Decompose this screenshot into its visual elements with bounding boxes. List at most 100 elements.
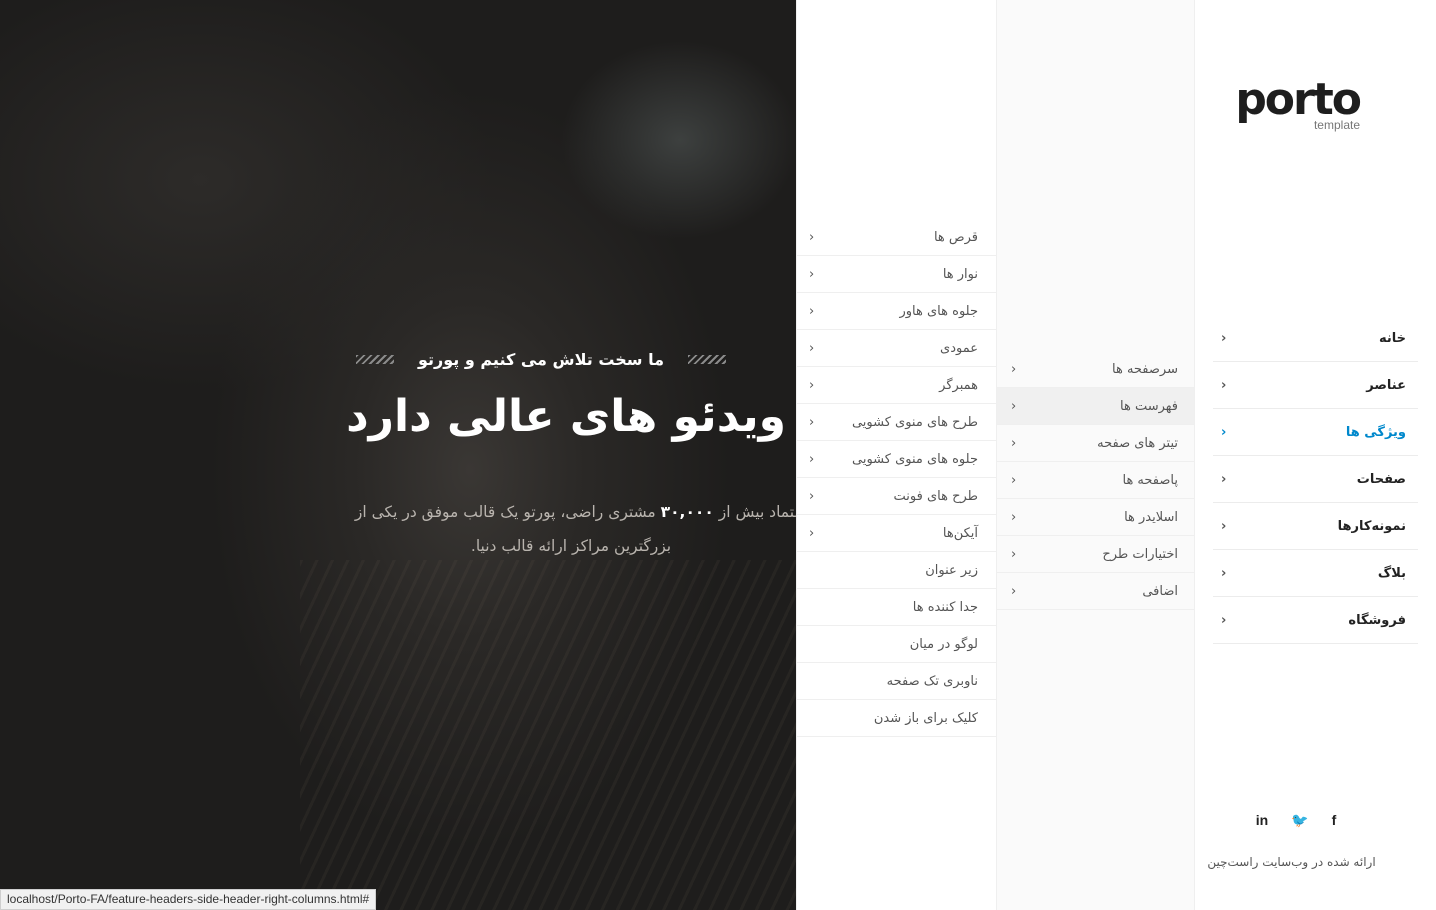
hero-content: ما سخت تلاش می کنیم و پورتو ویدئو های عا… <box>266 350 786 442</box>
menus-submenu-label: عمودی <box>940 340 978 356</box>
features-submenu-label: فهرست ها <box>1120 398 1178 414</box>
main-nav-label: بلاگ <box>1377 565 1406 581</box>
social-links: in 🐦 f <box>1255 812 1341 829</box>
hero-description-line1: اعتماد بیش از ۳۰,۰۰۰ مشتری راضی، پورتو ی… <box>316 495 796 529</box>
decorative-stripe <box>356 355 394 364</box>
submenu-column-features: سرصفحه ها ‹ فهرست ها ‹ تیتر های صفحه ‹ پاصفحه … <box>996 0 1195 910</box>
hero-description-line2: بزرگترین مراکز ارائه قالب دنیا. <box>470 537 672 555</box>
features-submenu-item[interactable]: فهرست ها ‹ <box>997 388 1194 425</box>
features-submenu-label: پاصفحه ها <box>1122 472 1178 488</box>
menus-submenu-label: همبرگر <box>939 377 978 393</box>
chevron-left-icon: ‹ <box>1011 361 1017 377</box>
menus-submenu-label: طرح های منوی کشویی <box>851 414 978 430</box>
menus-submenu-label: ناوبری تک صفحه <box>886 673 978 689</box>
footer-credit: ارائه شده در وب‌سایت راست‌چین <box>1207 855 1376 869</box>
menus-submenu-label: کلیک برای باز شدن <box>873 710 978 726</box>
chevron-left-icon: ‹ <box>1221 565 1227 581</box>
menus-submenu-item[interactable]: جلوه های منوی کشویی ‹ <box>797 441 996 478</box>
chevron-left-icon: ‹ <box>809 229 815 245</box>
chevron-left-icon: ‹ <box>1011 546 1017 562</box>
hero-text-bold: ۳۰,۰۰۰ <box>660 503 714 521</box>
chevron-left-icon: ‹ <box>1011 509 1017 525</box>
features-submenu-item[interactable]: تیتر های صفحه ‹ <box>997 425 1194 462</box>
menus-submenu-item[interactable]: عمودی ‹ <box>797 330 996 367</box>
facebook-icon[interactable]: f <box>1327 812 1341 829</box>
chevron-left-icon: ‹ <box>809 451 815 467</box>
features-submenu-label: سرصفحه ها <box>1112 361 1178 377</box>
linkedin-icon[interactable]: in <box>1255 812 1269 829</box>
decorative-stripe <box>688 355 727 364</box>
menus-submenu-item[interactable]: ناوبری تک صفحه <box>797 663 996 700</box>
chevron-left-icon: ‹ <box>809 303 815 319</box>
browser-status-url: localhost/Porto-FA/feature-headers-side-… <box>0 889 377 910</box>
main-nav-item[interactable]: نمونه‌کارها ‹ <box>1213 503 1418 550</box>
side-header: porto template خانه ‹ عناصر ‹ ویژگی ها ‹ صفحات… <box>1195 0 1436 910</box>
main-nav-label: نمونه‌کارها <box>1337 518 1406 534</box>
features-submenu-label: اسلایدر ها <box>1124 509 1178 525</box>
main-nav-item[interactable]: فروشگاه ‹ <box>1213 597 1418 644</box>
chevron-left-icon: ‹ <box>1221 518 1227 534</box>
submenu-column-menus: قرص ها ‹ نوار ها ‹ جلوه های هاور ‹ عمودی ‹ همبرگ… <box>796 0 996 910</box>
main-nav-label: ویژگی ها <box>1345 424 1406 440</box>
menus-submenu-label: آیکن‌ها <box>942 525 978 541</box>
main-nav: خانه ‹ عناصر ‹ ویژگی ها ‹ صفحات ‹ نمونه‌کارها ‹ بل… <box>1213 315 1418 644</box>
main-nav-item[interactable]: صفحات ‹ <box>1213 456 1418 503</box>
chevron-left-icon: ‹ <box>1221 377 1227 393</box>
porto-logo[interactable]: porto template <box>1235 74 1362 133</box>
twitter-icon[interactable]: 🐦 <box>1291 812 1308 829</box>
features-submenu-item[interactable]: اختیارات طرح ‹ <box>997 536 1194 573</box>
chevron-left-icon: ‹ <box>1221 612 1227 628</box>
menus-submenu-item[interactable]: طرح های فونت ‹ <box>797 478 996 515</box>
menus-submenu-item[interactable]: طرح های منوی کشویی ‹ <box>797 404 996 441</box>
features-submenu-item[interactable]: اضافی ‹ <box>997 573 1194 610</box>
menus-submenu-item[interactable]: لوگو در میان <box>797 626 996 663</box>
menus-submenu-item[interactable]: کلیک برای باز شدن <box>797 700 996 737</box>
main-nav-label: عناصر <box>1366 377 1406 393</box>
chevron-left-icon: ‹ <box>1221 424 1227 440</box>
menus-submenu-label: قرص ها <box>933 229 978 245</box>
chevron-left-icon: ‹ <box>1221 471 1227 487</box>
hero-text-pre: اعتماد بیش از <box>718 503 796 521</box>
chevron-left-icon: ‹ <box>809 525 815 541</box>
menus-submenu-item[interactable]: نوار ها ‹ <box>797 256 996 293</box>
main-nav-item[interactable]: عناصر ‹ <box>1213 362 1418 409</box>
menus-submenu-label: نوار ها <box>942 266 978 282</box>
chevron-left-icon: ‹ <box>809 266 815 282</box>
chevron-left-icon: ‹ <box>1011 583 1017 599</box>
chevron-left-icon: ‹ <box>809 488 815 504</box>
main-nav-label: خانه <box>1378 330 1406 346</box>
main-nav-item[interactable]: بلاگ ‹ <box>1213 550 1418 597</box>
chevron-left-icon: ‹ <box>1011 472 1017 488</box>
features-submenu-label: اختیارات طرح <box>1102 546 1178 562</box>
main-nav-label: صفحات <box>1356 471 1406 487</box>
menus-submenu-label: زیر عنوان <box>925 562 978 578</box>
features-submenu-item[interactable]: سرصفحه ها ‹ <box>997 351 1194 388</box>
menus-submenu-item[interactable]: جدا کننده ها <box>797 589 996 626</box>
menus-submenu-item[interactable]: جلوه های هاور ‹ <box>797 293 996 330</box>
chevron-left-icon: ‹ <box>809 414 815 430</box>
logo-word: porto <box>1235 74 1362 125</box>
main-nav-item[interactable]: ویژگی ها ‹ <box>1213 409 1418 456</box>
hero-tagline: ما سخت تلاش می کنیم و پورتو <box>418 350 665 369</box>
menus-submenu-label: طرح های فونت <box>893 488 978 504</box>
menus-submenu-item[interactable]: آیکن‌ها ‹ <box>797 515 996 552</box>
menus-submenu-label: جلوه های هاور <box>899 303 979 319</box>
features-submenu-label: تیتر های صفحه <box>1097 435 1178 451</box>
chevron-left-icon: ‹ <box>1221 330 1227 346</box>
menus-submenu-label: جدا کننده ها <box>912 599 978 615</box>
menus-submenu-label: لوگو در میان <box>909 636 978 652</box>
chevron-left-icon: ‹ <box>1011 435 1017 451</box>
features-submenu-item[interactable]: اسلایدر ها ‹ <box>997 499 1194 536</box>
hero-video-section: ما سخت تلاش می کنیم و پورتو ویدئو های عا… <box>0 0 796 910</box>
main-nav-item[interactable]: خانه ‹ <box>1213 315 1418 362</box>
menus-submenu-item[interactable]: زیر عنوان <box>797 552 996 589</box>
menus-submenu-item[interactable]: قرص ها ‹ <box>797 219 996 256</box>
main-nav-label: فروشگاه <box>1348 612 1406 628</box>
chevron-left-icon: ‹ <box>809 377 815 393</box>
chevron-left-icon: ‹ <box>809 340 815 356</box>
menus-submenu-label: جلوه های منوی کشویی <box>852 451 978 467</box>
features-submenu-item[interactable]: پاصفحه ها ‹ <box>997 462 1194 499</box>
hero-tagline-row: ما سخت تلاش می کنیم و پورتو <box>296 350 786 369</box>
menus-submenu-item[interactable]: همبرگر ‹ <box>797 367 996 404</box>
features-submenu-label: اضافی <box>1142 583 1178 599</box>
